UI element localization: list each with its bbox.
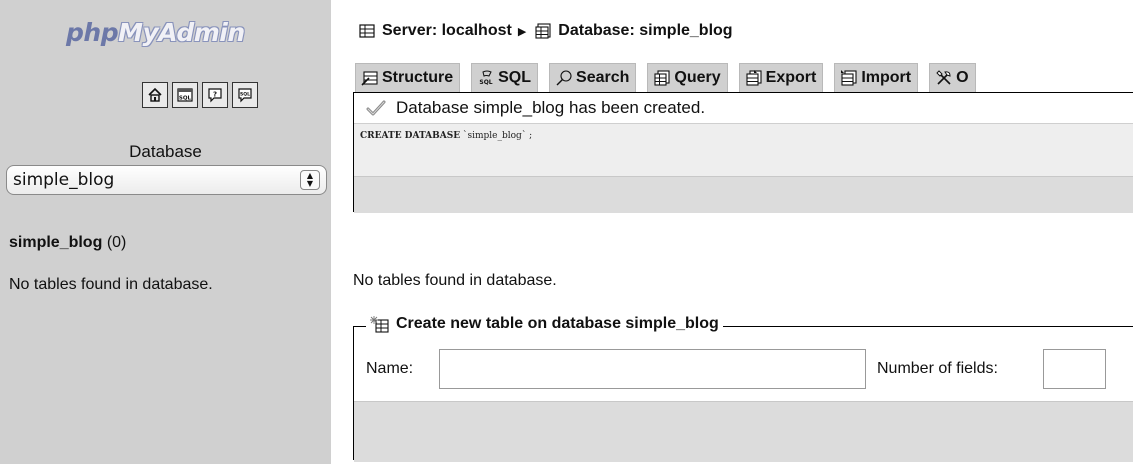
tab-sql-label: SQL — [498, 69, 532, 86]
number-of-fields-input[interactable] — [1043, 349, 1106, 389]
tab-export-label: Export — [765, 69, 817, 86]
database-tree-item[interactable]: simple_blog (0) — [9, 234, 126, 252]
tab-export[interactable]: Export — [738, 63, 824, 92]
sql-icon: SQL — [477, 69, 495, 87]
breadcrumb-server[interactable]: Server: localhost — [382, 22, 512, 40]
sql-argument: `simple_blog` ; — [463, 131, 533, 141]
executed-sql-query: CREATE DATABASE `simple_blog` ; — [354, 124, 1133, 176]
server-icon — [358, 22, 376, 40]
navigation-frame: phpMyAdmin SQL ? SQL Database simple_blo… — [0, 0, 331, 464]
logo-php: php — [66, 18, 119, 47]
breadcrumb: Server: localhost ▶ Database: simple_blo… — [358, 22, 733, 40]
tab-bar: Structure SQL SQL Search Query Export Im… — [355, 63, 976, 92]
main-frame: Server: localhost ▶ Database: simple_blo… — [353, 0, 1133, 464]
search-icon — [555, 69, 573, 87]
database-label: Database — [129, 142, 202, 161]
tab-structure[interactable]: Structure — [355, 63, 461, 92]
new-table-icon — [370, 315, 390, 333]
phpmyadmin-logo[interactable]: phpMyAdmin — [66, 18, 245, 47]
tab-import-label: Import — [861, 69, 912, 86]
home-icon[interactable] — [142, 82, 168, 108]
create-table-footer — [354, 401, 1133, 462]
structure-icon — [361, 69, 379, 87]
database-tree-name: simple_blog — [9, 234, 103, 251]
svg-text:?: ? — [213, 91, 217, 99]
success-notice-text: Database simple_blog has been created. — [396, 98, 706, 117]
svg-text:SQL: SQL — [480, 79, 493, 86]
operations-icon — [935, 69, 953, 87]
database-select-value: simple_blog — [13, 170, 115, 190]
success-notice: Database simple_blog has been created. — [354, 93, 1133, 124]
database-icon — [534, 22, 552, 40]
success-message-box: Database simple_blog has been created. C… — [353, 92, 1133, 213]
import-icon — [840, 69, 858, 87]
logo-myadmin: MyAdmin — [118, 18, 245, 47]
create-table-legend-text: Create new table on database simple_blog — [396, 315, 719, 332]
sql-query-toolbar — [354, 176, 1133, 213]
breadcrumb-database[interactable]: Database: simple_blog — [558, 22, 732, 40]
tab-search-label: Search — [576, 69, 630, 86]
sql-docs-icon[interactable]: SQL — [232, 82, 258, 108]
tab-operations-label: O — [956, 69, 969, 86]
tab-operations[interactable]: O — [929, 63, 976, 92]
query-icon — [653, 69, 671, 87]
tab-search[interactable]: Search — [549, 63, 637, 92]
select-arrows-icon: ▲ ▼ — [300, 170, 320, 190]
database-tree-count: (0) — [106, 234, 127, 251]
table-name-label: Name: — [366, 360, 414, 377]
database-select[interactable]: simple_blog ▲ ▼ — [6, 165, 327, 195]
create-table-legend: Create new table on database simple_blog — [366, 315, 723, 333]
svg-text:SQL: SQL — [240, 92, 250, 98]
tab-import[interactable]: Import — [834, 63, 919, 92]
create-table-form: Create new table on database simple_blog… — [353, 315, 1133, 462]
breadcrumb-separator-icon: ▶ — [517, 25, 527, 38]
sql-window-icon[interactable]: SQL — [172, 82, 198, 108]
help-icon[interactable]: ? — [202, 82, 228, 108]
tab-structure-label: Structure — [382, 69, 454, 86]
number-of-fields-label: Number of fields: — [877, 360, 998, 377]
table-name-input[interactable] — [439, 349, 866, 389]
checkmark-icon — [366, 100, 386, 116]
quick-icons: SQL ? SQL — [142, 82, 258, 108]
main-no-tables-text: No tables found in database. — [353, 272, 557, 289]
tab-query[interactable]: Query — [647, 63, 728, 92]
tab-sql[interactable]: SQL SQL — [471, 63, 539, 92]
left-no-tables-text: No tables found in database. — [9, 276, 213, 293]
export-icon — [745, 69, 763, 87]
tab-query-label: Query — [674, 69, 721, 86]
sql-keyword: CREATE DATABASE — [360, 131, 461, 141]
svg-text:SQL: SQL — [179, 96, 192, 102]
